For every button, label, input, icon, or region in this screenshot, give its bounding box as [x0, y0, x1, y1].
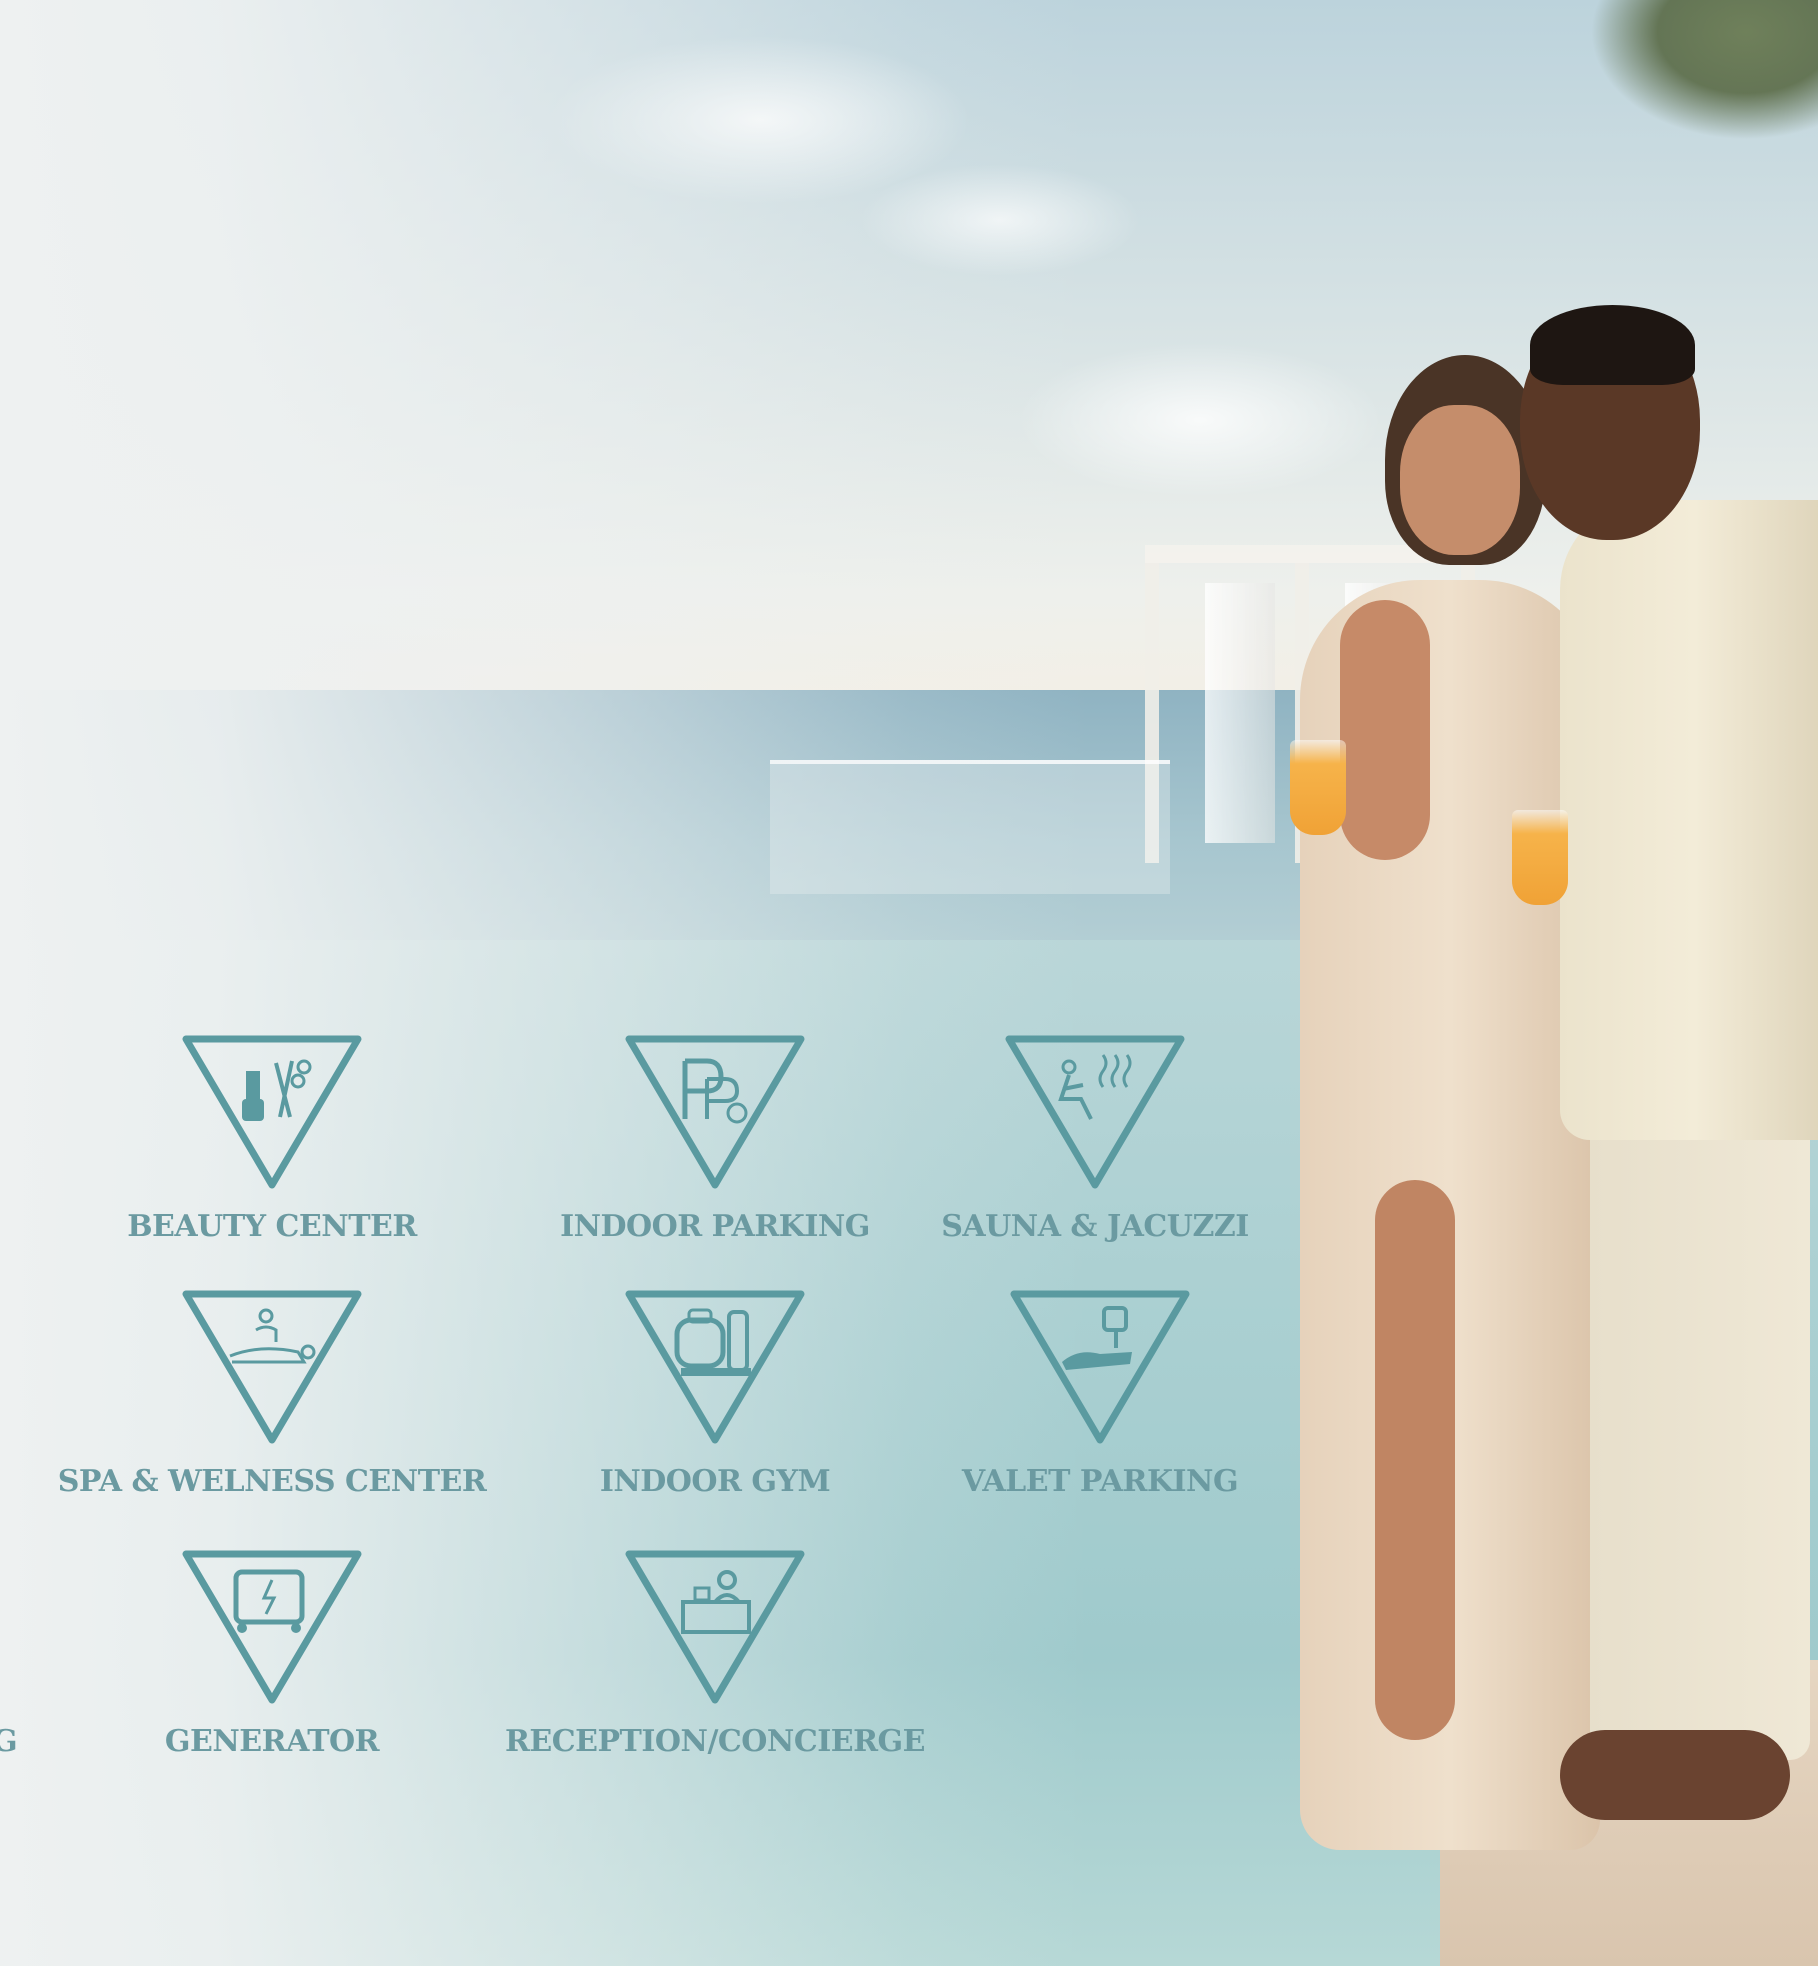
beauty-center-icon: [182, 1035, 362, 1189]
amenity-label: INDOOR PARKING: [560, 1209, 870, 1244]
amenity-sauna-jacuzzi: SAUNA & JACUZZI: [940, 1035, 1250, 1244]
gym-icon: [625, 1290, 805, 1444]
sauna-icon: [1005, 1035, 1185, 1189]
valet-icon: [1010, 1290, 1190, 1444]
amenity-spa-wellness: SPA & WELNESS CENTER: [58, 1290, 487, 1499]
amenity-label: VALET PARKING: [961, 1464, 1239, 1499]
amenity-valet-parking: VALET PARKING: [945, 1290, 1255, 1499]
amenity-label: BEAUTY CENTER: [127, 1209, 417, 1244]
amenity-generator: GENERATOR: [132, 1550, 412, 1759]
reception-icon: [625, 1550, 805, 1704]
generator-icon: [182, 1550, 362, 1704]
amenity-reception-concierge: RECEPTION/CONCIERGE: [505, 1550, 926, 1759]
spa-massage-icon: [182, 1290, 362, 1444]
amenity-label: SPA & WELNESS CENTER: [57, 1464, 487, 1499]
amenity-indoor-parking: INDOOR PARKING: [560, 1035, 870, 1244]
amenity-indoor-gym: INDOOR GYM: [560, 1290, 870, 1499]
amenity-beauty-center: BEAUTY CENTER: [127, 1035, 417, 1244]
amenity-label: INDOOR GYM: [599, 1464, 831, 1499]
parking-icon: [625, 1035, 805, 1189]
amenity-label: SAUNA & JACUZZI: [941, 1209, 1249, 1244]
amenity-label: RECEPTION/CONCIERGE: [504, 1724, 926, 1759]
amenity-label: GENERATOR: [164, 1724, 380, 1759]
clipped-edge-text: G: [0, 1724, 18, 1759]
